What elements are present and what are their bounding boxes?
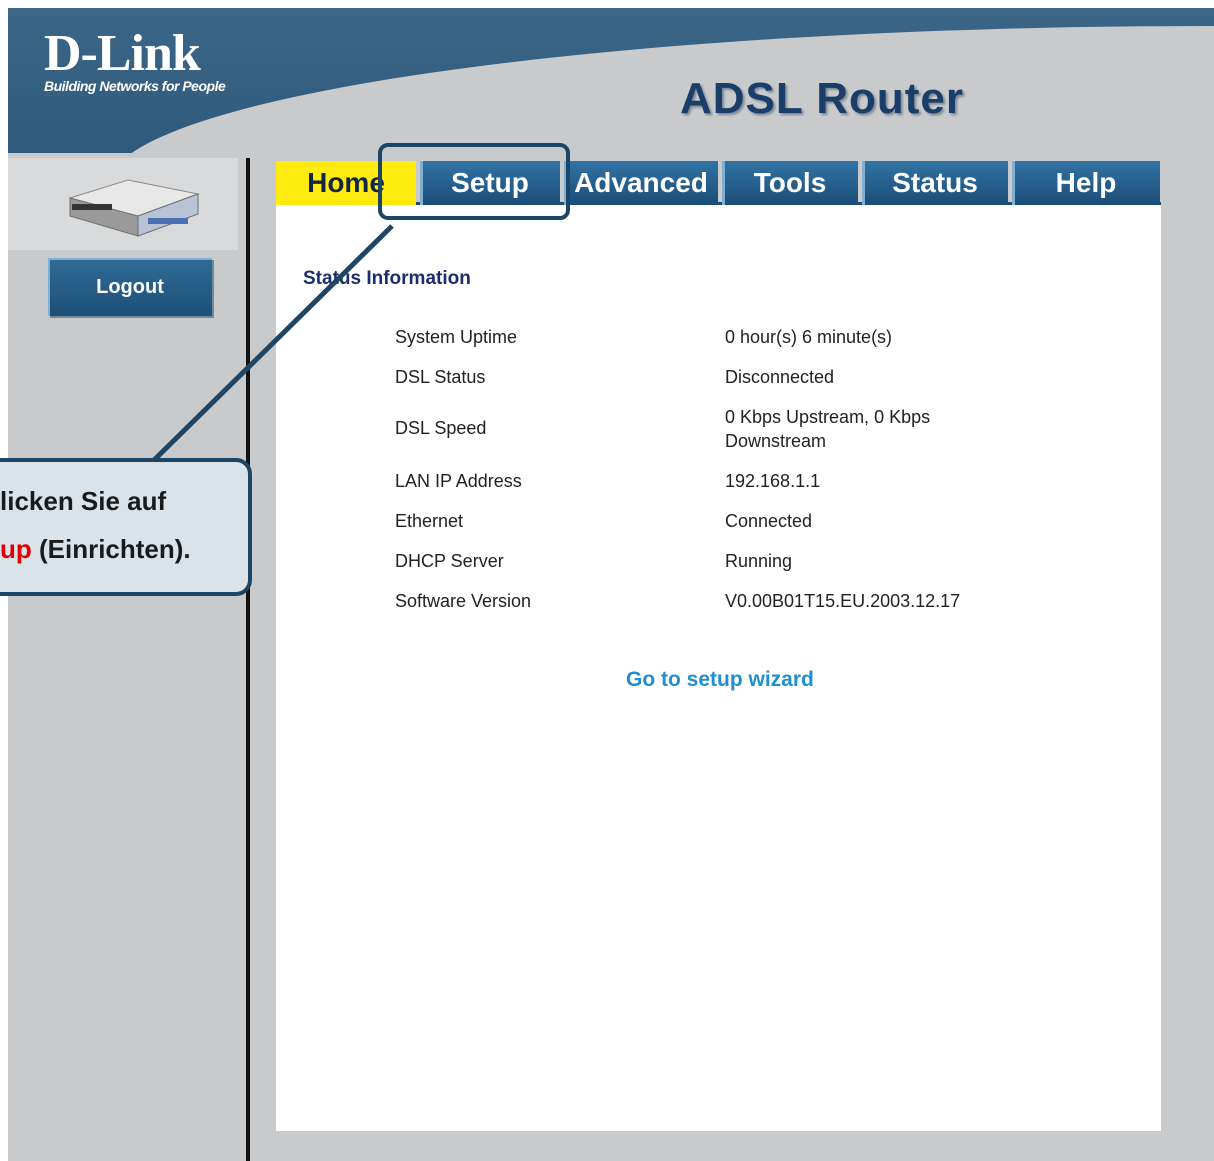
router-device-icon [68,179,200,237]
value-ethernet: Connected [725,511,813,531]
value-software-version: V0.00B01T15.EU.2003.12.17 [725,591,961,611]
router-device-image [8,158,238,250]
callout-text-line2: up (Einrichten). [0,534,191,565]
setup-wizard-link[interactable]: Go to setup wizard [626,668,814,692]
value-system-uptime: 0 hour(s) 6 minute(s) [725,327,893,347]
callout-text-rest: (Einrichten). [31,534,191,564]
label-lan-ip: LAN IP Address [395,471,522,491]
value-dsl-speed: 0 Kbps Upstream, 0 Kbps Downstream [725,407,931,451]
callout-box [0,458,252,596]
label-dsl-speed: DSL Speed [395,418,487,438]
value-dsl-status: Disconnected [725,367,835,387]
label-dhcp-server: DHCP Server [395,551,504,571]
product-title: ADSL Router [680,74,964,123]
value-lan-ip: 192.168.1.1 [725,471,821,491]
value-dhcp-server: Running [725,551,793,571]
label-dsl-status: DSL Status [395,367,486,387]
setup-tab-highlight [378,143,570,220]
status-heading: Status Information [303,268,471,289]
label-system-uptime: System Uptime [395,327,518,347]
callout-text-line1: licken Sie auf [0,486,167,516]
sidebar-divider [246,158,250,1161]
tab-status[interactable]: Status [862,161,1008,205]
label-software-version: Software Version [395,591,532,611]
callout-highlight-word: up [0,534,32,564]
dlink-tagline: Building Networks for People [44,78,226,94]
logout-button[interactable]: Logout [48,258,212,316]
tab-tools[interactable]: Tools [722,161,858,205]
tab-advanced[interactable]: Advanced [564,161,718,205]
tab-help[interactable]: Help [1012,161,1160,205]
label-ethernet: Ethernet [395,511,464,531]
header-banner: D-Link Building Networks for People ADSL… [8,8,1214,1026]
dlink-logo: D-Link [44,25,201,82]
